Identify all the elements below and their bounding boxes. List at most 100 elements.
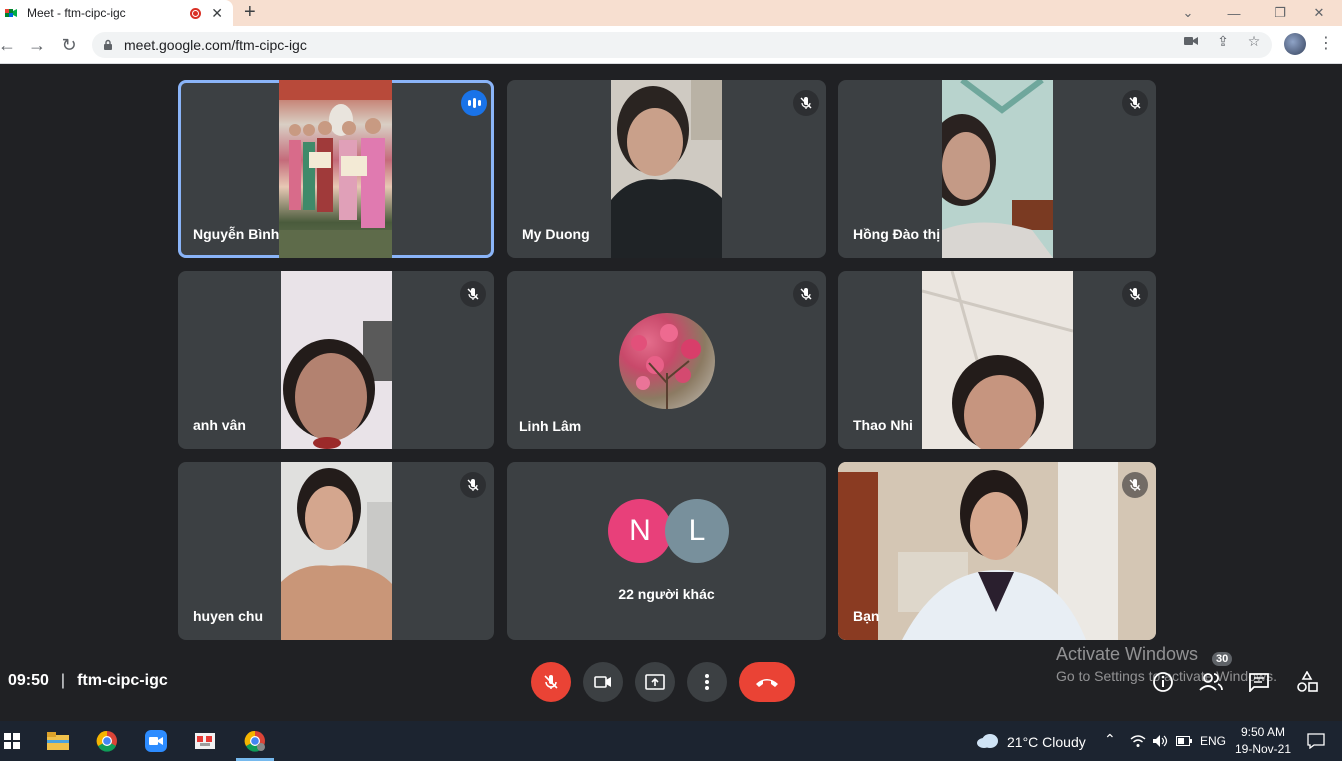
meeting-controls-bar: 09:50 | ftm-cipc-igc 30 bbox=[0, 652, 1342, 721]
battery-icon[interactable] bbox=[1172, 729, 1196, 753]
others-count-label: 22 người khác bbox=[618, 586, 715, 602]
share-icon[interactable]: ⇪ bbox=[1212, 30, 1234, 52]
info-icon bbox=[1153, 672, 1173, 692]
present-screen-button[interactable] bbox=[635, 662, 675, 702]
browser-tab[interactable]: Meet - ftm-cipc-igc ✕ bbox=[0, 0, 233, 26]
participant-avatar bbox=[619, 313, 715, 409]
chat-button[interactable] bbox=[1246, 669, 1272, 695]
recording-indicator-icon bbox=[190, 7, 202, 19]
chrome-icon[interactable] bbox=[95, 729, 119, 753]
camera-in-use-icon[interactable] bbox=[1180, 30, 1202, 52]
participant-name: Bạn bbox=[853, 608, 880, 624]
app-icon[interactable] bbox=[193, 729, 217, 753]
mic-off-icon bbox=[460, 281, 486, 307]
leave-call-button[interactable] bbox=[739, 662, 795, 702]
participant-tile[interactable]: Nguyễn Bình bbox=[178, 80, 494, 258]
participant-video bbox=[281, 462, 392, 640]
others-avatar-n: N bbox=[608, 499, 672, 563]
meeting-info: 09:50 | ftm-cipc-igc bbox=[8, 672, 168, 690]
input-language[interactable]: ENG bbox=[1200, 734, 1226, 748]
participant-face-image bbox=[921, 271, 1074, 449]
minimize-window-icon[interactable]: — bbox=[1211, 0, 1257, 26]
meeting-details-button[interactable] bbox=[1150, 669, 1176, 695]
weather-cloud-icon[interactable] bbox=[975, 729, 999, 753]
mic-off-icon bbox=[1122, 90, 1148, 116]
browser-menu-icon[interactable]: ⋮ bbox=[1318, 33, 1334, 53]
meeting-code: ftm-cipc-igc bbox=[77, 672, 168, 689]
mic-off-icon bbox=[793, 281, 819, 307]
windows-start-icon[interactable] bbox=[0, 729, 24, 753]
browser-toolbar: ← → ↻ meet.google.com/ftm-cipc-igc ⇪ ☆ ⋮ bbox=[0, 26, 1342, 64]
activities-shapes-icon bbox=[1297, 671, 1318, 692]
bookmark-star-icon[interactable]: ☆ bbox=[1243, 30, 1265, 52]
notifications-icon[interactable] bbox=[1304, 729, 1328, 753]
mic-off-icon bbox=[460, 472, 486, 498]
new-tab-button[interactable]: + bbox=[244, 1, 256, 24]
microphone-toggle-button[interactable] bbox=[531, 662, 571, 702]
participant-name: Hồng Đào thị bbox=[853, 226, 941, 242]
present-screen-icon bbox=[645, 674, 665, 690]
show-hidden-icons-chevron-icon[interactable]: ⌃ bbox=[1104, 731, 1116, 748]
browser-tab-strip: Meet - ftm-cipc-igc ✕ + ⌄ — ❐ ✕ bbox=[0, 0, 1342, 26]
participant-video bbox=[928, 80, 1053, 258]
speaking-indicator-icon bbox=[461, 90, 487, 116]
end-call-icon bbox=[756, 679, 778, 687]
participant-tile[interactable]: Linh Lâm bbox=[507, 271, 826, 449]
peach-blossom-image bbox=[631, 324, 701, 409]
participant-video bbox=[281, 271, 392, 449]
participant-tile[interactable]: Hồng Đào thị bbox=[838, 80, 1156, 258]
activities-button[interactable] bbox=[1294, 669, 1320, 695]
participant-tile[interactable]: anh vân bbox=[178, 271, 494, 449]
participant-tile[interactable]: My Duong bbox=[507, 80, 826, 258]
camera-toggle-button[interactable] bbox=[583, 662, 623, 702]
forward-icon[interactable]: → bbox=[26, 34, 48, 56]
self-tile[interactable]: Bạn bbox=[838, 462, 1156, 640]
others-avatar-l: L bbox=[665, 499, 729, 563]
participant-tile[interactable]: Thao Nhi bbox=[838, 271, 1156, 449]
url-text: meet.google.com/ftm-cipc-igc bbox=[124, 37, 307, 53]
participant-name: Thao Nhi bbox=[853, 417, 913, 433]
address-bar[interactable]: meet.google.com/ftm-cipc-igc bbox=[92, 32, 1272, 58]
self-video bbox=[838, 462, 1156, 640]
mic-off-icon bbox=[1122, 472, 1148, 498]
volume-icon[interactable] bbox=[1148, 729, 1172, 753]
participant-face-image bbox=[611, 80, 722, 258]
back-icon[interactable]: ← bbox=[0, 34, 18, 56]
close-window-icon[interactable]: ✕ bbox=[1296, 0, 1342, 26]
more-vert-icon bbox=[705, 674, 709, 690]
mic-off-icon bbox=[1122, 281, 1148, 307]
clock-time[interactable]: 9:50 AM bbox=[1241, 725, 1285, 739]
people-icon bbox=[1199, 673, 1223, 691]
reload-icon[interactable]: ↻ bbox=[58, 34, 80, 56]
group-photo-image bbox=[279, 80, 392, 258]
participant-name: huyen chu bbox=[193, 608, 264, 624]
camera-icon bbox=[594, 676, 611, 688]
self-camera-image bbox=[838, 462, 1156, 640]
others-tile[interactable]: N L 22 người khác bbox=[507, 462, 826, 640]
file-explorer-icon[interactable] bbox=[46, 729, 70, 753]
meeting-time: 09:50 bbox=[8, 672, 49, 689]
chrome-meet-window-icon[interactable] bbox=[243, 729, 267, 753]
close-tab-icon[interactable]: ✕ bbox=[211, 5, 223, 22]
lock-icon bbox=[104, 39, 112, 50]
clock-date[interactable]: 19-Nov-21 bbox=[1235, 742, 1291, 756]
participant-face-image bbox=[281, 462, 392, 640]
participant-name: Linh Lâm bbox=[519, 418, 582, 434]
participant-tile[interactable]: huyen chu bbox=[178, 462, 494, 640]
more-options-button[interactable] bbox=[687, 662, 727, 702]
tab-title: Meet - ftm-cipc-igc bbox=[27, 6, 126, 20]
profile-avatar[interactable] bbox=[1284, 33, 1306, 55]
tab-search-icon[interactable]: ⌄ bbox=[1165, 0, 1211, 26]
weather-text[interactable]: 21°C Cloudy bbox=[1007, 734, 1086, 750]
participant-video bbox=[921, 271, 1074, 449]
meeting-info-separator: | bbox=[60, 672, 66, 689]
participant-name: My Duong bbox=[522, 226, 590, 242]
participant-name: Nguyễn Bình bbox=[193, 226, 280, 242]
network-wifi-icon[interactable] bbox=[1126, 729, 1150, 753]
google-meet-icon bbox=[5, 9, 17, 17]
zoom-icon[interactable] bbox=[144, 729, 168, 753]
people-button[interactable] bbox=[1198, 669, 1224, 695]
participant-face-image bbox=[281, 271, 392, 449]
participant-video bbox=[279, 80, 392, 258]
chat-icon bbox=[1249, 673, 1269, 692]
